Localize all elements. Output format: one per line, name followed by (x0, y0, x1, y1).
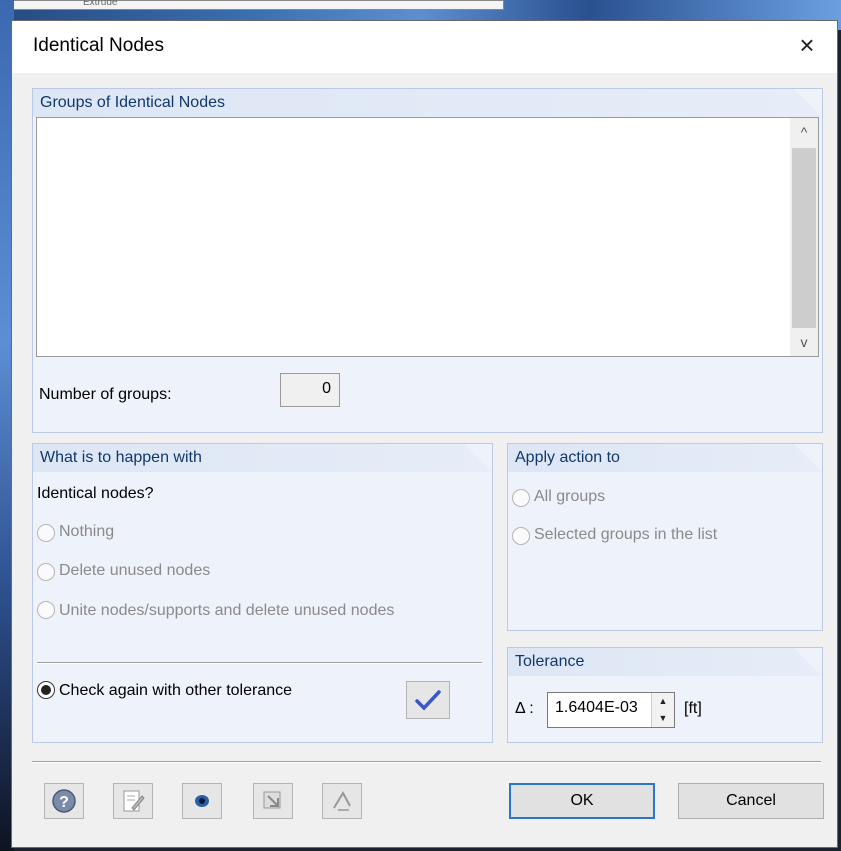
identical-nodes-dialog: Identical Nodes × Groups of Identical No… (11, 20, 838, 848)
node-button[interactable] (322, 783, 362, 819)
scroll-thumb[interactable] (792, 148, 816, 328)
title-bar: Identical Nodes × (12, 21, 837, 73)
option-check-again-label: Check again with other tolerance (59, 682, 293, 699)
background-toolbar-label: Extrude (83, 0, 118, 8)
tolerance-section: Tolerance Δ : 1.6404E-03 ▲ ▼ [ft] (507, 647, 823, 743)
option-all-groups-label: All groups (534, 488, 606, 505)
close-button[interactable]: × (791, 29, 823, 61)
apply-section-title: Apply action to (515, 449, 620, 466)
option-all-groups[interactable]: All groups (512, 488, 605, 507)
tolerance-spinner[interactable]: ▲ ▼ (651, 693, 674, 727)
tolerance-input[interactable]: 1.6404E-03 ▲ ▼ (547, 692, 675, 728)
node-icon (333, 790, 351, 811)
radio-delete-unused[interactable] (37, 563, 55, 581)
export-icon (263, 791, 281, 809)
svg-text:?: ? (59, 794, 69, 811)
tolerance-section-title: Tolerance (515, 653, 585, 670)
option-check-again[interactable]: Check again with other tolerance (37, 680, 337, 701)
tolerance-unit: [ft] (684, 700, 702, 717)
option-selected-groups[interactable]: Selected groups in the list (512, 526, 717, 545)
dialog-title: Identical Nodes (33, 35, 164, 56)
tolerance-delta-label: Δ : (515, 700, 534, 717)
edit-icon (123, 790, 145, 812)
tolerance-value: 1.6404E-03 (555, 699, 638, 716)
radio-all-groups[interactable] (512, 489, 530, 507)
option-nothing-label: Nothing (59, 523, 115, 540)
groups-list-scrollbar[interactable]: ^ v (790, 118, 818, 356)
groups-list[interactable]: ^ v (36, 117, 819, 357)
check-again-button[interactable] (406, 681, 450, 719)
footer-separator (32, 761, 821, 763)
edit-button[interactable] (113, 783, 153, 819)
identical-nodes-question: Identical nodes? (37, 485, 154, 502)
help-button[interactable]: ? (44, 783, 84, 819)
option-unite-nodes[interactable]: Unite nodes/supports and delete unused n… (37, 600, 467, 621)
apply-section: Apply action to All groups Selected grou… (507, 443, 823, 631)
ok-button[interactable]: OK (509, 783, 655, 819)
option-selected-groups-label: Selected groups in the list (534, 526, 718, 543)
scroll-down-icon[interactable]: v (790, 328, 818, 356)
help-icon: ? (52, 789, 76, 813)
option-unite-nodes-label: Unite nodes/supports and delete unused n… (59, 602, 395, 619)
groups-section: Groups of Identical Nodes ^ v Number of … (32, 88, 823, 433)
option-delete-unused[interactable]: Delete unused nodes (37, 562, 210, 581)
export-button[interactable] (253, 783, 293, 819)
cancel-button[interactable]: Cancel (678, 783, 824, 819)
number-of-groups-label: Number of groups: (39, 386, 172, 403)
action-separator (37, 662, 482, 664)
spin-down-icon[interactable]: ▼ (652, 710, 674, 727)
number-of-groups-field: 0 (280, 373, 340, 407)
option-delete-unused-label: Delete unused nodes (59, 562, 211, 579)
radio-nothing[interactable] (37, 524, 55, 542)
scroll-up-icon[interactable]: ^ (790, 118, 818, 146)
radio-unite-nodes[interactable] (37, 601, 55, 619)
view-icon (195, 795, 209, 807)
groups-section-title: Groups of Identical Nodes (40, 94, 225, 111)
radio-selected-groups[interactable] (512, 527, 530, 545)
number-of-groups-value: 0 (322, 380, 331, 397)
option-nothing[interactable]: Nothing (37, 523, 114, 542)
radio-check-again[interactable] (37, 681, 55, 699)
action-section: What is to happen with Identical nodes? … (32, 443, 493, 743)
checkmark-icon (415, 690, 441, 711)
view-button[interactable] (182, 783, 222, 819)
spin-up-icon[interactable]: ▲ (652, 693, 674, 710)
background-toolbar: Extrude (12, 0, 504, 10)
action-section-title: What is to happen with (40, 449, 202, 466)
